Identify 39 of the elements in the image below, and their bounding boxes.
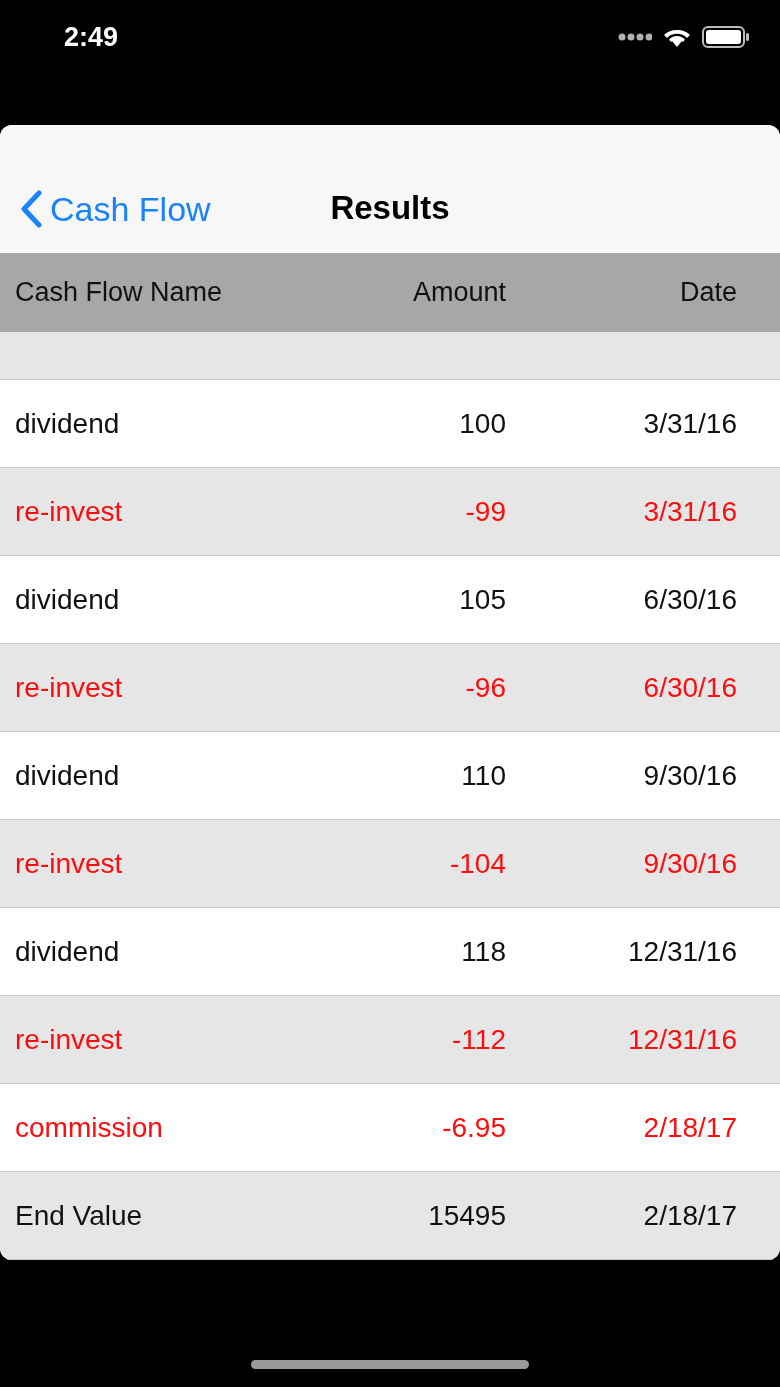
back-button[interactable]: Cash Flow	[20, 189, 211, 229]
screen-title: Results	[330, 189, 450, 227]
status-time: 2:49	[64, 22, 119, 53]
table-cell: 6/30/16	[643, 583, 737, 615]
table-cell: 15495	[428, 1199, 506, 1231]
table-cell: 12/31/16	[628, 935, 737, 967]
column-header: Amount	[412, 277, 506, 307]
table-cell: re-invest	[15, 495, 123, 527]
battery-icon	[702, 26, 750, 48]
table-cell: dividend	[15, 583, 120, 615]
table-cell: 12/31/16	[628, 1023, 737, 1055]
table-cell: re-invest	[15, 671, 123, 703]
table-cell: dividend	[15, 407, 120, 439]
table-cell: 110	[461, 759, 506, 791]
table-cell: -104	[449, 847, 506, 879]
table-cell: dividend	[15, 935, 120, 967]
table-cell: 118	[461, 935, 506, 967]
table-cell: re-invest	[15, 1023, 123, 1055]
table-cell: dividend	[15, 759, 120, 791]
table-cell: 9/30/16	[643, 847, 737, 879]
table-cell: 9/30/16	[643, 759, 737, 791]
table-cell: 2/18/17	[643, 1111, 737, 1143]
table-cell: 100	[459, 407, 506, 439]
table-cell: -112	[452, 1023, 506, 1055]
column-header: Cash Flow Name	[15, 277, 223, 307]
signal-icon	[618, 33, 652, 41]
chevron-icon	[20, 190, 42, 228]
table-cell: commission	[15, 1111, 163, 1143]
table-cell: 3/31/16	[643, 495, 737, 527]
table-cell: -99	[465, 495, 506, 527]
table-cell: 105	[459, 583, 506, 615]
table-cell: 3/31/16	[643, 407, 737, 439]
table-cell: -96	[465, 671, 506, 703]
table-cell: -6.95	[442, 1111, 506, 1143]
table-cell: End Value	[15, 1199, 143, 1231]
table-cell: 6/30/16	[643, 671, 737, 703]
table-cell: re-invest	[15, 847, 123, 879]
table-cell: 2/18/17	[643, 1199, 737, 1231]
column-header: Date	[679, 277, 737, 307]
